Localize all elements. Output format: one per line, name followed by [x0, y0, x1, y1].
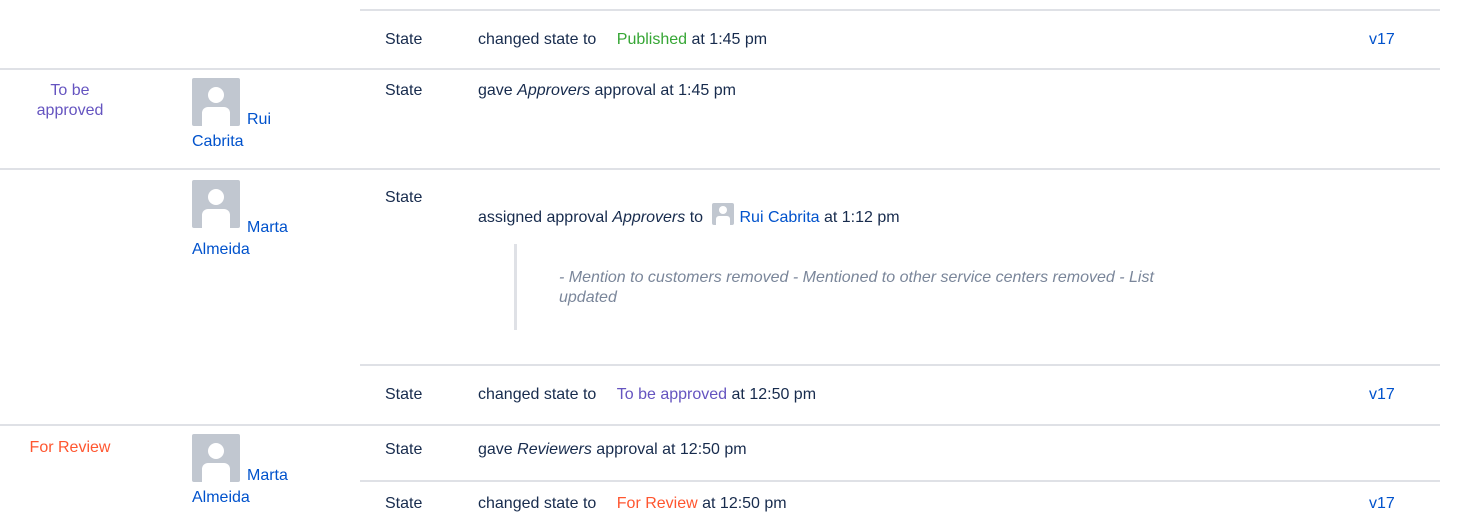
action-text: changed state to	[478, 31, 597, 48]
state-published-badge: Published	[616, 31, 688, 48]
group-name: Reviewers	[517, 441, 592, 458]
version-link[interactable]: v17	[1369, 385, 1395, 405]
event-action: gave Reviewers approval at 12:50 pm	[478, 441, 747, 458]
comment-quote: - Mention to customers removed - Mention…	[514, 244, 1157, 330]
comment-text: - Mention to customers removed - Mention…	[559, 269, 1154, 306]
row-divider	[0, 68, 1440, 70]
event-type: State	[385, 441, 423, 458]
stage-to-be-approved: To be approved	[36, 82, 104, 119]
group-name: Approvers	[612, 209, 686, 226]
event-action: changed state to To be approved at 12:50…	[478, 386, 817, 403]
user-link-marta-almeida[interactable]: Marta Almeida	[192, 217, 312, 261]
user-silhouette-icon	[208, 87, 224, 103]
version-link[interactable]: v17	[1369, 494, 1395, 514]
user-silhouette-icon	[208, 443, 224, 459]
row-divider	[0, 424, 1440, 426]
stage-for-review: For Review	[29, 439, 111, 456]
row-divider	[360, 364, 1440, 366]
row-divider	[360, 480, 1440, 482]
user-silhouette-icon	[208, 189, 224, 205]
event-type: State	[385, 31, 423, 48]
version-link[interactable]: v17	[1369, 30, 1395, 50]
row-divider	[360, 9, 1440, 11]
state-to-be-approved-badge: To be approved	[616, 386, 728, 403]
event-action: assigned approval Approvers to Rui Cabri…	[478, 203, 900, 230]
action-time: at 1:45 pm	[691, 31, 768, 48]
row-divider	[0, 168, 1440, 170]
event-action: changed state to Published at 1:45 pm	[478, 30, 767, 50]
event-action: gave Approvers approval at 1:45 pm	[478, 82, 736, 99]
group-name: Approvers	[517, 82, 591, 99]
user-silhouette-icon	[718, 206, 727, 214]
event-type: State	[385, 386, 423, 403]
event-action: changed state to For Review at 12:50 pm	[478, 495, 787, 512]
workflow-history: State changed state to Published at 1:45…	[0, 0, 1461, 526]
event-type: State	[385, 495, 423, 512]
user-link-rui-cabrita[interactable]: Rui Cabrita	[192, 109, 302, 153]
event-type: State	[385, 189, 423, 206]
event-type: State	[385, 82, 423, 99]
avatar[interactable]	[711, 203, 734, 225]
user-link-marta-almeida[interactable]: Marta Almeida	[192, 465, 312, 509]
user-link-rui-cabrita[interactable]: Rui Cabrita	[740, 209, 820, 226]
state-for-review-badge: For Review	[616, 495, 698, 512]
